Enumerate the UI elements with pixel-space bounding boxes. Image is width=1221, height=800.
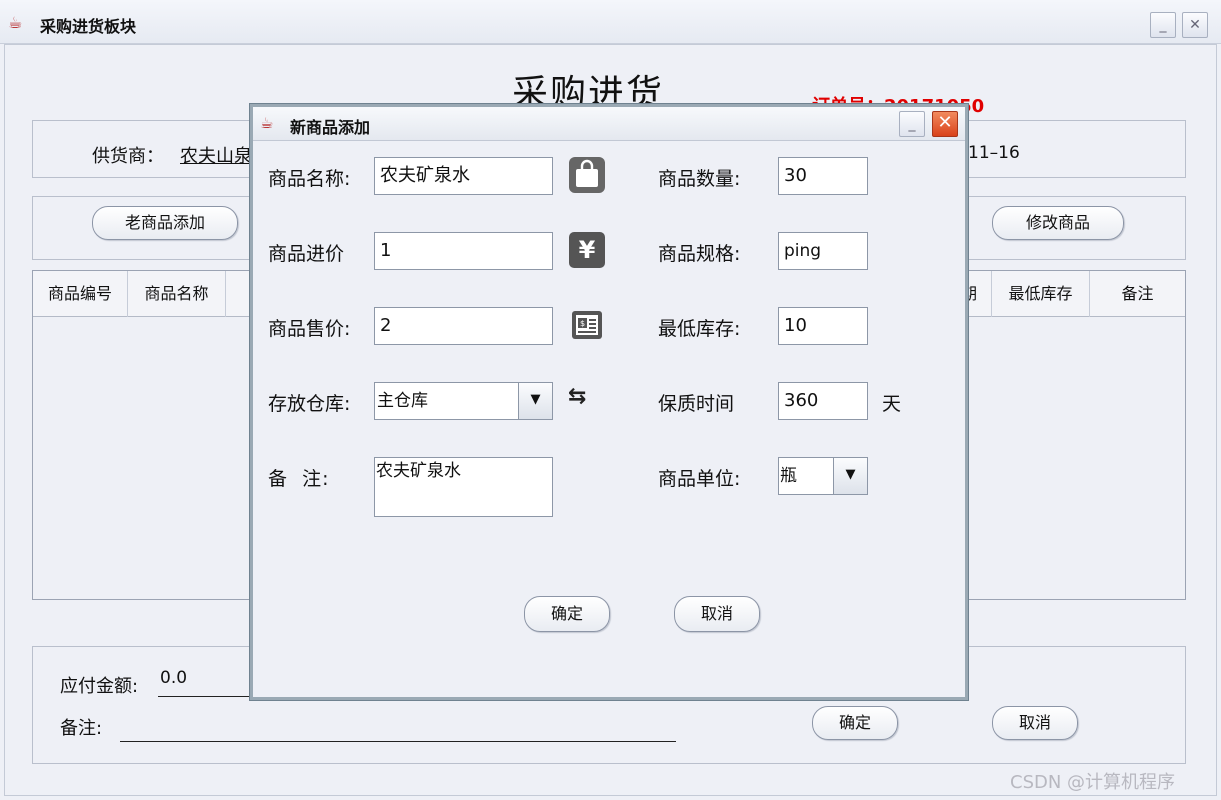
minimize-icon: _ [908,116,916,132]
confirm-button[interactable]: 确定 [812,706,898,740]
remark-field[interactable] [120,741,676,742]
java-cup-icon: ☕ [8,13,23,32]
dialog-confirm-button[interactable]: 确定 [524,596,610,632]
cancel-button[interactable]: 取消 [992,706,1078,740]
column-header-min-stock[interactable]: 最低库存 [992,271,1090,317]
min-stock-label: 最低库存: [658,318,741,340]
goods-spec-input[interactable]: ping [778,232,868,270]
old-goods-add-button[interactable]: 老商品添加 [92,206,238,240]
minimize-button[interactable]: _ [1150,12,1176,38]
close-icon: ✕ [937,112,953,133]
goods-quantity-input[interactable]: 30 [778,157,868,195]
goods-unit-label: 商品单位: [658,468,741,490]
dialog-cancel-button[interactable]: 取消 [674,596,760,632]
date-value: 11–16 [968,143,1020,163]
note-label: 备 注: [268,468,330,490]
window-title: 采购进货板块 [40,17,137,36]
dialog-title: 新商品添加 [290,118,371,137]
bill-icon: $ [569,307,605,343]
warehouse-select-value: 主仓库 [377,391,428,411]
chevron-down-icon[interactable]: ▼ [518,383,552,419]
minimize-icon: _ [1159,17,1167,33]
modify-goods-button[interactable]: 修改商品 [992,206,1124,240]
goods-price-input[interactable]: 2 [374,307,553,345]
goods-quantity-label: 商品数量: [658,168,741,190]
goods-unit-select-value: 瓶 [780,466,797,486]
java-cup-icon: ☕ [260,114,274,132]
warehouse-label: 存放仓库: [268,393,351,415]
dialog-minimize-button[interactable]: _ [899,111,925,137]
goods-cost-input[interactable]: 1 [374,232,553,270]
payable-label: 应付金额: [60,676,139,697]
payable-value[interactable]: 0.0 [160,668,187,688]
shelf-life-label: 保质时间 [658,393,735,415]
column-header-code[interactable]: 商品编号 [33,271,128,317]
yen-icon: ¥ [569,232,605,268]
svg-text:$: $ [580,319,585,328]
column-header-name[interactable]: 商品名称 [128,271,226,317]
close-button[interactable]: ✕ [1182,12,1208,38]
refresh-icon[interactable]: ⇆ [568,384,586,409]
goods-name-label: 商品名称: [268,168,351,190]
close-icon: ✕ [1189,17,1201,33]
goods-spec-label: 商品规格: [658,243,741,265]
note-textarea[interactable]: 农夫矿泉水 [374,457,553,517]
chevron-down-icon[interactable]: ▼ [833,458,867,494]
shelf-life-unit: 天 [882,393,902,415]
shelf-life-input[interactable]: 360 [778,382,868,420]
goods-name-input[interactable]: 农夫矿泉水 [374,157,553,195]
supplier-label: 供货商： [92,146,164,167]
shopping-bag-icon [569,157,605,193]
column-header-remark[interactable]: 备注 [1090,271,1185,317]
remark-label: 备注: [60,718,103,739]
dialog-close-button[interactable]: ✕ [932,111,958,137]
main-titlebar [0,0,1221,44]
goods-price-label: 商品售价: [268,318,351,340]
supplier-value[interactable]: 农夫山泉 [180,142,252,168]
min-stock-input[interactable]: 10 [778,307,868,345]
goods-cost-label: 商品进价 [268,243,345,265]
payable-underline [158,696,258,697]
watermark: CSDN @计算机程序 [1010,772,1176,793]
